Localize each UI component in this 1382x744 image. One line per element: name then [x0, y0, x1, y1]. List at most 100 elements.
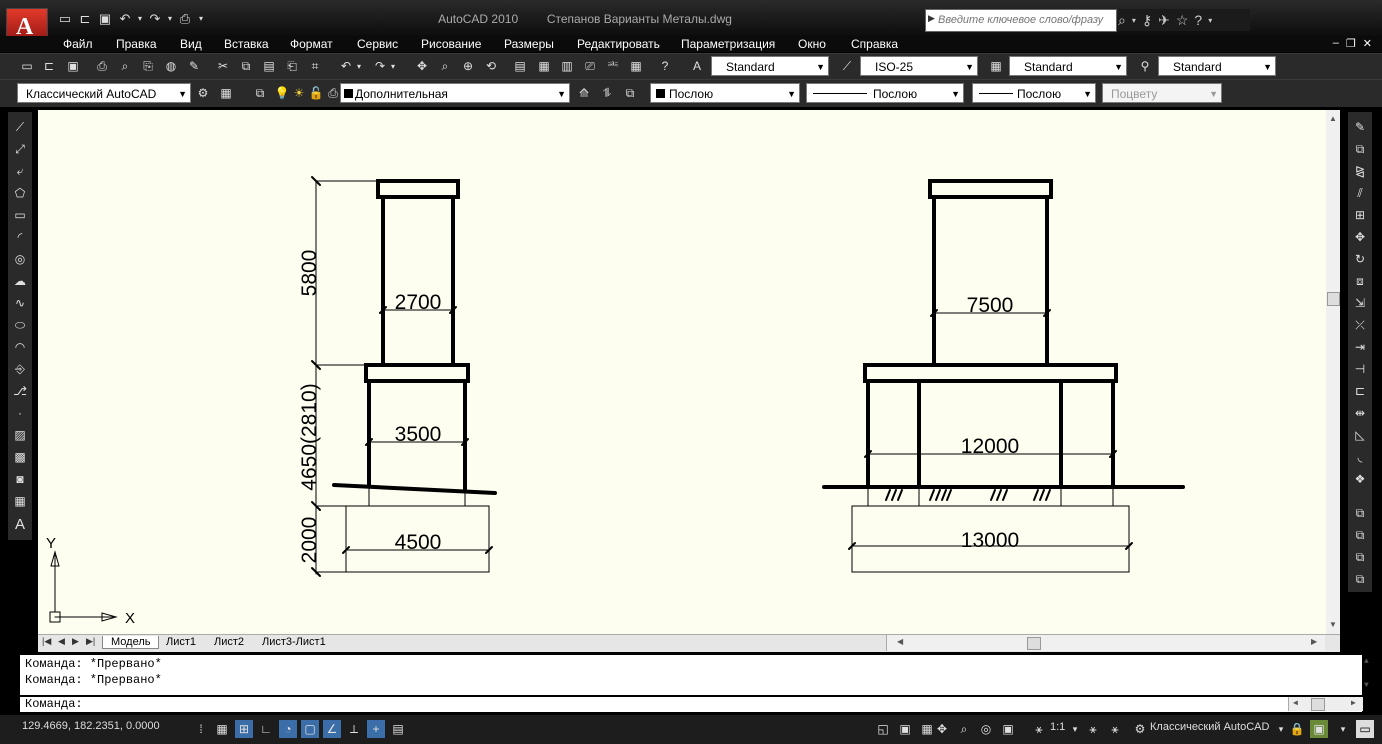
table-style-icon[interactable]: ▦ — [987, 57, 1005, 75]
spline-icon[interactable]: ∿ — [11, 294, 29, 312]
object-snap-tracking-icon[interactable]: ∠ — [323, 720, 341, 738]
stretch-icon[interactable]: ⇲ — [1351, 294, 1369, 312]
menu-parametric[interactable]: Параметризация — [681, 37, 775, 51]
line-icon[interactable]: ⟋ — [11, 118, 29, 136]
revision-cloud-icon[interactable]: ☁ — [11, 272, 29, 290]
search-dropdown-icon[interactable]: ▾ — [1132, 16, 1136, 25]
plot-preview-icon[interactable]: ⌕ — [116, 57, 134, 75]
annotation-scale-value[interactable]: 1:1 — [1050, 721, 1065, 733]
draworder-back-icon[interactable]: ⧉ — [1351, 526, 1369, 544]
plot-icon[interactable]: ⎙ — [93, 57, 111, 75]
cut-icon[interactable]: ✂ — [214, 57, 232, 75]
construction-line-icon[interactable]: ⤢ — [11, 140, 29, 158]
lineweight-select[interactable]: Послою ▼ — [972, 83, 1096, 103]
make-current-layer-icon[interactable]: ⟰ — [575, 84, 593, 102]
hatch-icon[interactable]: ▨ — [11, 426, 29, 444]
tab-model[interactable]: Модель — [102, 636, 160, 649]
dim-style-select[interactable]: ISO-25 ▼ — [860, 56, 978, 76]
scroll-left-icon[interactable]: ◀ — [897, 637, 903, 646]
minimize-icon[interactable]: ‒ — [1333, 37, 1339, 50]
tab-sheet1[interactable]: Лист1 — [160, 636, 202, 648]
dynamic-ucs-icon[interactable]: ⟂ — [345, 720, 363, 738]
layer-state-icon[interactable]: ⧉ — [621, 84, 639, 102]
zoom-realtime-icon[interactable]: ⌕ — [436, 57, 454, 75]
pan-icon[interactable]: ✥ — [413, 57, 431, 75]
zoom-window-icon[interactable]: ⊕ — [459, 57, 477, 75]
command-line-scrollbar[interactable]: ◀ ▶ — [1288, 697, 1363, 711]
steeringwheel-icon[interactable]: ◎ — [977, 720, 995, 738]
layer-lock-icon[interactable]: 🔓 — [307, 84, 325, 102]
save-icon[interactable]: ▣ — [64, 57, 82, 75]
ortho-mode-icon[interactable]: ∟ — [257, 720, 275, 738]
menu-tools[interactable]: Сервис — [357, 37, 398, 51]
cmd-scroll-left-icon[interactable]: ◀ — [1293, 698, 1298, 708]
vertical-scrollbar[interactable]: ▲ ▼ — [1326, 110, 1340, 634]
undo-dropdown-icon[interactable]: ▾ — [354, 57, 364, 75]
satellite-icon[interactable]: ✈ — [1158, 12, 1170, 29]
help-icon[interactable]: ? — [1194, 12, 1202, 28]
horizontal-scroll-thumb[interactable] — [1027, 637, 1041, 650]
menu-draw[interactable]: Рисование — [421, 37, 481, 51]
menu-help[interactable]: Справка — [851, 37, 898, 51]
dynamic-input-icon[interactable]: + — [367, 720, 385, 738]
scale-dropdown-icon[interactable]: ▾ — [1066, 720, 1084, 738]
quickcalc-icon[interactable]: ▦ — [627, 57, 645, 75]
sheet-set-icon[interactable]: ✎ — [185, 57, 203, 75]
make-block-icon[interactable]: ⎇ — [11, 382, 29, 400]
grid-display-icon[interactable]: ⊞ — [235, 720, 253, 738]
menu-format[interactable]: Формат — [290, 37, 333, 51]
arc-icon[interactable]: ◜ — [11, 228, 29, 246]
gradient-icon[interactable]: ▩ — [11, 448, 29, 466]
redo-icon[interactable]: ↷ — [371, 57, 389, 75]
erase-icon[interactable]: ✎ — [1351, 118, 1369, 136]
annotation-scale-icon[interactable]: ⚹ — [1030, 720, 1048, 738]
tab-next-icon[interactable]: ▶ — [72, 636, 79, 647]
model-space-icon[interactable]: ◱ — [874, 720, 892, 738]
annotation-autoscale-icon[interactable]: ⚹ — [1106, 720, 1124, 738]
text-style-icon[interactable]: A — [688, 57, 706, 75]
binoculars-icon[interactable]: ⌕ — [1118, 12, 1126, 29]
status-menu-icon[interactable]: ▾ — [1334, 720, 1352, 738]
3d-dwf-icon[interactable]: ◍ — [162, 57, 180, 75]
draworder-under-icon[interactable]: ⧉ — [1351, 570, 1369, 588]
tab-first-icon[interactable]: |◀ — [42, 636, 51, 647]
extend-icon[interactable]: ⇥ — [1351, 338, 1369, 356]
restore-icon[interactable]: ❐ — [1346, 37, 1356, 50]
menu-file[interactable]: Файл — [63, 37, 93, 51]
draworder-front-icon[interactable]: ⧉ — [1351, 504, 1369, 522]
menu-window[interactable]: Окно — [798, 37, 826, 51]
redo-dropdown-icon[interactable]: ▾ — [388, 57, 398, 75]
properties-icon[interactable]: ▤ — [511, 57, 529, 75]
layer-previous-icon[interactable]: ⥮ — [598, 84, 616, 102]
mirror-icon[interactable]: ⧎ — [1351, 162, 1369, 180]
workspace-settings-icon[interactable]: ⚙ — [194, 84, 212, 102]
history-scroll-down-icon[interactable]: ▼ — [1364, 681, 1369, 690]
lineweight-toggle-icon[interactable]: ▤ — [389, 720, 407, 738]
cmd-scroll-right-icon[interactable]: ▶ — [1351, 698, 1356, 708]
vertical-scroll-thumb[interactable] — [1327, 292, 1340, 306]
infer-constraints-icon[interactable]: ⁞ — [192, 720, 210, 738]
copy-icon[interactable]: ⧉ — [237, 57, 255, 75]
layer-on-bulb-icon[interactable]: 💡 — [273, 84, 291, 102]
quick-view-layouts-icon[interactable]: ▣ — [896, 720, 914, 738]
fillet-icon[interactable]: ◟ — [1351, 448, 1369, 466]
offset-icon[interactable]: ⫽ — [1351, 184, 1369, 202]
text-style-select[interactable]: Standard ▼ — [711, 56, 829, 76]
menu-insert[interactable]: Вставка — [224, 37, 269, 51]
open-icon[interactable]: ⊏ — [40, 57, 58, 75]
tab-last-icon[interactable]: ▶| — [86, 636, 95, 647]
paste-icon[interactable]: ▤ — [260, 57, 278, 75]
favorites-star-icon[interactable]: ☆ — [1176, 12, 1189, 29]
multileader-style-icon[interactable]: ⚲ — [1136, 57, 1154, 75]
hardware-acceleration-icon[interactable]: ▣ — [1310, 720, 1328, 738]
showmotion-icon[interactable]: ▣ — [999, 720, 1017, 738]
dim-style-icon[interactable]: ⟋ — [838, 57, 856, 75]
copy-object-icon[interactable]: ⧉ — [1351, 140, 1369, 158]
object-snap-icon[interactable]: ▢ — [301, 720, 319, 738]
tab-prev-icon[interactable]: ◀ — [58, 636, 65, 647]
explode-icon[interactable]: ❖ — [1351, 470, 1369, 488]
workspace-switch-icon[interactable]: ⚙ — [1131, 720, 1149, 738]
cmd-scroll-thumb[interactable] — [1311, 698, 1325, 711]
qnew-icon[interactable]: ▭ — [18, 57, 36, 75]
array-icon[interactable]: ⊞ — [1351, 206, 1369, 224]
